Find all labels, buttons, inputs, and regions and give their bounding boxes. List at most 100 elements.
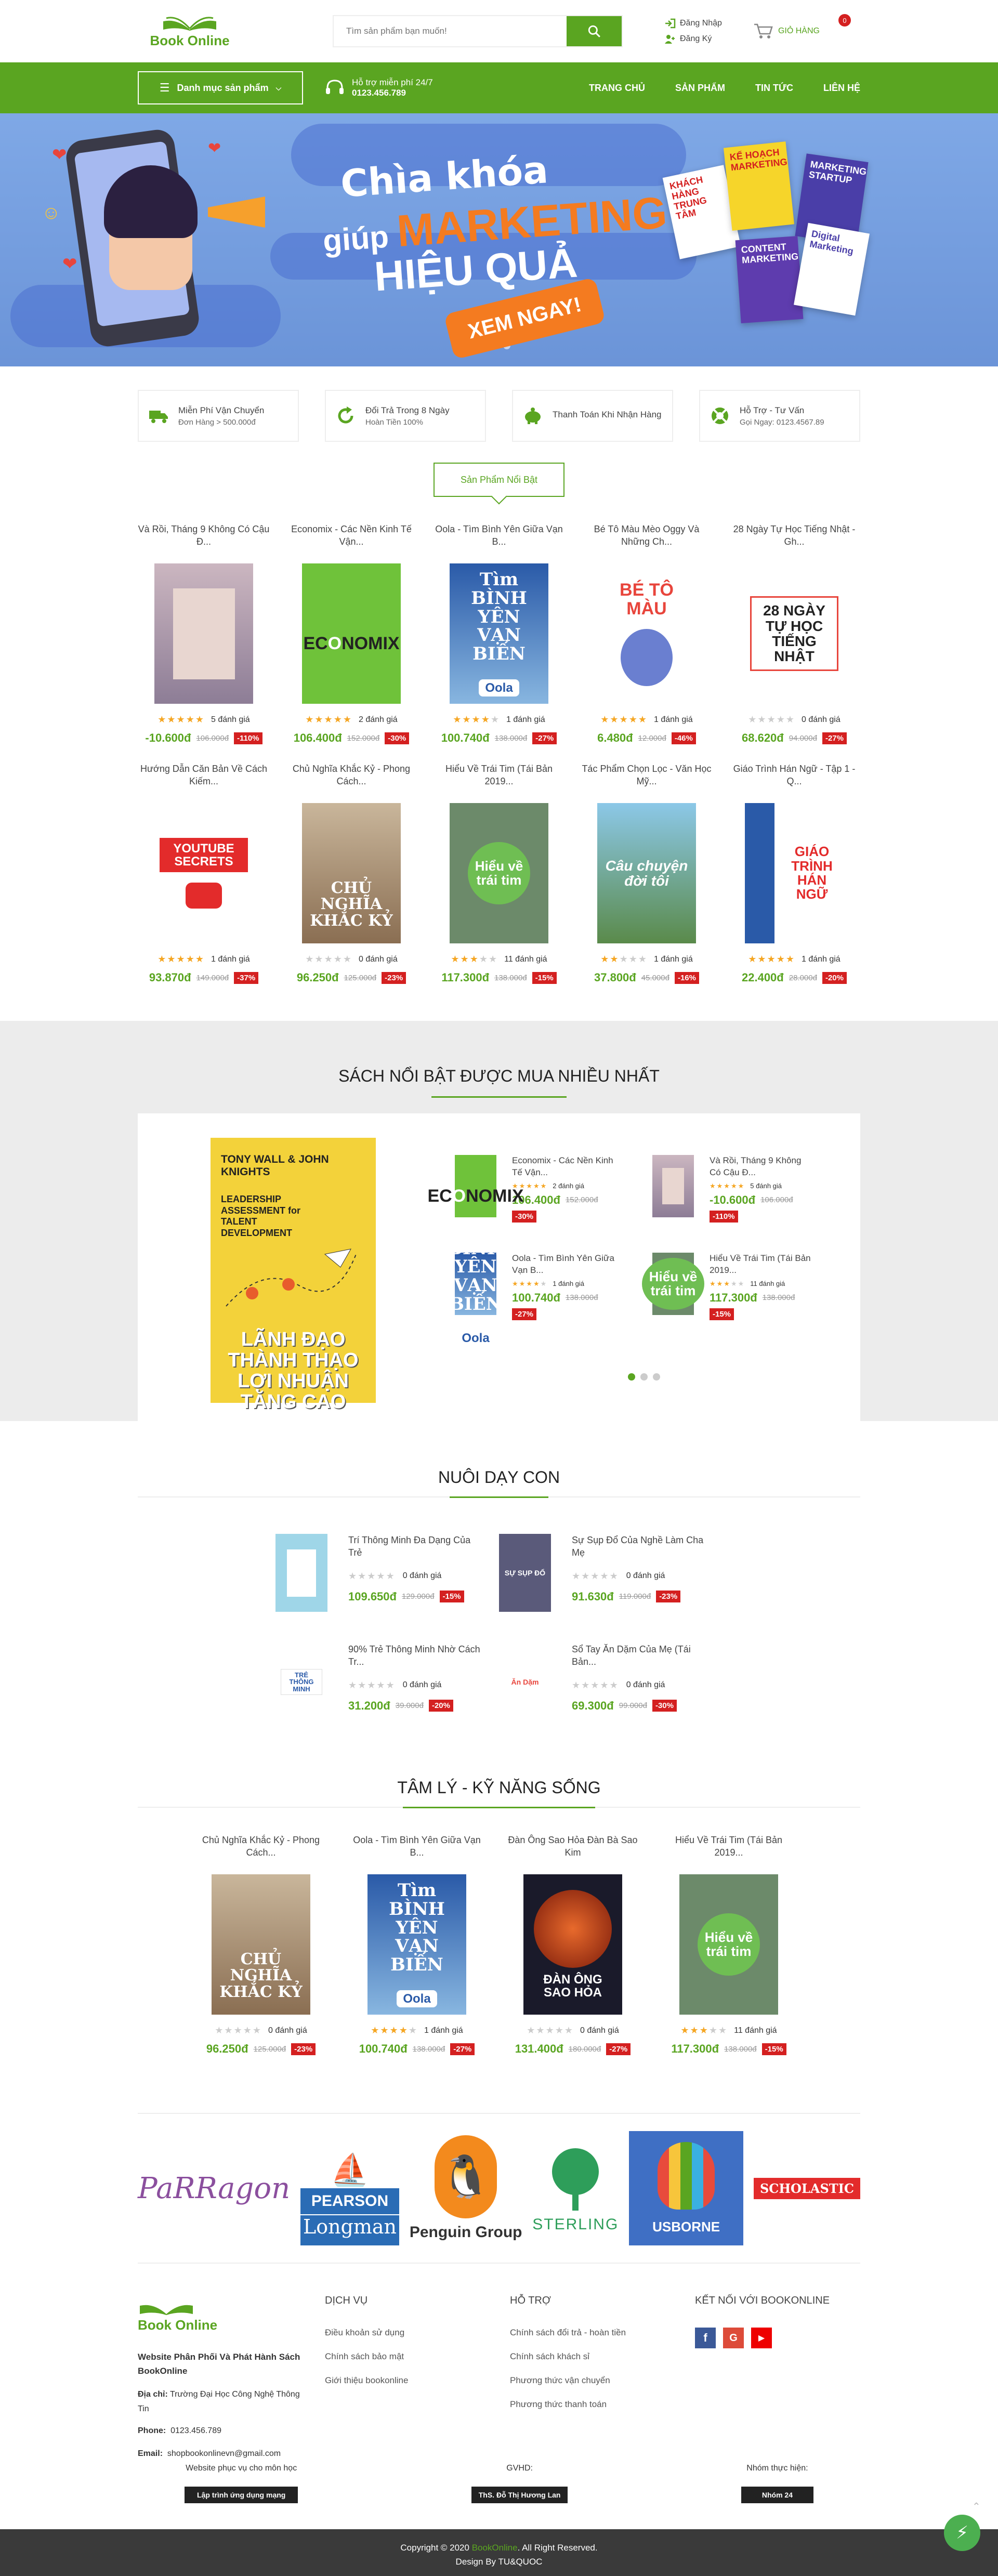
book-cover-image[interactable]: ECONOMIX: [302, 563, 401, 704]
product-list-item[interactable]: Trí Thông Minh Đa Dạng Của Trẻ ★★★★★ 0 đá…: [275, 1534, 499, 1612]
menu-contact[interactable]: LIÊN HỆ: [823, 83, 860, 94]
book-cover-image[interactable]: Hiểu về trái tim: [679, 1874, 778, 2015]
product-card[interactable]: Hướng Dẫn Căn Bản Về Cách Kiếm... YOUTUB…: [138, 763, 270, 984]
hero-banner[interactable]: ❤ ❤ ❤ ☺ Chìa khóa giúp MARKETING HIỆU QU…: [0, 113, 998, 366]
product-name[interactable]: Bé Tô Màu Mèo Oggy Và Những Ch...: [581, 523, 713, 550]
scroll-top-icon[interactable]: ⌃: [972, 2500, 981, 2513]
product-name[interactable]: Economix - Các Nền Kinh Tế Vận...: [285, 523, 417, 550]
product-card[interactable]: Oola - Tìm Bình Yên Giữa Vạn B... Tìm BÌN…: [433, 523, 565, 745]
product-name[interactable]: 90% Trẻ Thông Minh Nhờ Cách Tr...: [348, 1643, 483, 1668]
product-name[interactable]: Đàn Ông Sao Hỏa Đàn Bà Sao Kim: [507, 1834, 639, 1861]
register-link[interactable]: Đăng Ký: [664, 34, 722, 44]
product-name[interactable]: Giáo Trình Hán Ngữ - Tập 1 - Q...: [728, 763, 860, 790]
footer-logo[interactable]: Book Online: [138, 2295, 231, 2336]
book-cover-image[interactable]: ECONOMIX: [427, 1155, 524, 1217]
google-plus-icon[interactable]: G: [723, 2328, 744, 2348]
email-value[interactable]: shopbookonlinevn@gmail.com: [167, 2449, 281, 2458]
product-card[interactable]: Bé Tô Màu Mèo Oggy Và Những Ch... BÉ TÔ …: [581, 523, 713, 745]
product-name[interactable]: Oola - Tìm Bình Yên Giữa Vạn B...: [512, 1253, 616, 1277]
messenger-chat-icon[interactable]: ⚡: [944, 2515, 980, 2551]
product-name[interactable]: Hiểu Về Trái Tim (Tái Bản 2019...: [710, 1253, 813, 1277]
youtube-icon[interactable]: ▶: [751, 2328, 772, 2348]
book-cover-image[interactable]: Tìm BÌNH YÊN VẠN BIẾN Oola: [367, 1874, 466, 2015]
menu-products[interactable]: SẢN PHẨM: [675, 83, 725, 94]
best-seller-item[interactable]: ECONOMIX Economix - Các Nền Kinh Tế Vận.…: [427, 1155, 642, 1223]
footer-link[interactable]: Chính sách khách sỉ: [510, 2351, 695, 2362]
product-name[interactable]: 28 Ngày Tự Học Tiếng Nhật - Gh...: [728, 523, 860, 550]
product-card[interactable]: Tác Phẩm Chọn Lọc - Văn Học Mỹ... Câu ch…: [581, 763, 713, 984]
product-list-item[interactable]: TRẺ THÔNG MINH 90% Trẻ Thông Minh Nhờ Cá…: [275, 1643, 499, 1721]
menu-news[interactable]: TIN TỨC: [755, 83, 793, 94]
product-name[interactable]: Economix - Các Nền Kinh Tế Vận...: [512, 1155, 616, 1179]
footer-link[interactable]: Điều khoản sử dụng: [325, 2328, 510, 2338]
parragon-logo[interactable]: PaRRagon: [138, 2172, 290, 2205]
pagination-dot[interactable]: [640, 1373, 648, 1381]
footer-link[interactable]: Phương thức thanh toán: [510, 2399, 695, 2410]
product-name[interactable]: Hiểu Về Trái Tim (Tái Bản 2019...: [663, 1834, 795, 1861]
book-cover-image[interactable]: GIÁO TRÌNH HÁN NGỮ: [745, 803, 844, 943]
product-name[interactable]: Trí Thông Minh Đa Dạng Của Trẻ: [348, 1534, 483, 1559]
book-cover-image[interactable]: [275, 1534, 327, 1612]
product-card[interactable]: Và Rồi, Tháng 9 Không Có Cậu Đ... ★★★★★ 5…: [138, 523, 270, 745]
product-name[interactable]: Chủ Nghĩa Khắc Kỷ - Phong Cách...: [285, 763, 417, 790]
pagination-dot[interactable]: [653, 1373, 660, 1381]
book-cover-image[interactable]: [154, 563, 253, 704]
product-name[interactable]: Hướng Dẫn Căn Bản Về Cách Kiếm...: [138, 763, 270, 790]
book-cover-image[interactable]: Hiểu về trái tim: [642, 1252, 704, 1315]
sterling-logo[interactable]: STERLING: [532, 2143, 619, 2233]
product-list-item[interactable]: Ăn Dặm Sổ Tay Ăn Dặm Của Mẹ (Tái Bản... …: [499, 1643, 723, 1721]
penguin-logo[interactable]: 🐧 Penguin Group: [410, 2135, 522, 2241]
search-input[interactable]: [334, 16, 567, 46]
product-card[interactable]: Economix - Các Nền Kinh Tế Vận... ECONOM…: [285, 523, 417, 745]
footer-link[interactable]: Giới thiệu bookonline: [325, 2375, 510, 2386]
featured-big-book[interactable]: TONY WALL & JOHN KNIGHTS LEADERSHIP ASSE…: [211, 1138, 376, 1412]
book-cover-image[interactable]: Hiểu về trái tim: [450, 803, 548, 943]
book-cover-image[interactable]: [652, 1155, 694, 1217]
best-seller-item[interactable]: Hiểu về trái tim Hiểu Về Trái Tim (Tái Bả…: [642, 1252, 839, 1320]
book-cover-image[interactable]: Câu chuyện đời tôi: [597, 803, 696, 943]
footer-link[interactable]: Chính sách bảo mật: [325, 2351, 510, 2362]
search-button[interactable]: [567, 16, 622, 46]
login-link[interactable]: Đăng Nhập: [664, 18, 722, 29]
footer-link[interactable]: Phương thức vận chuyển: [510, 2375, 695, 2386]
product-name[interactable]: Và Rồi, Tháng 9 Không Có Cậu Đ...: [138, 523, 270, 550]
product-name[interactable]: Hiểu Về Trái Tim (Tái Bản 2019...: [433, 763, 565, 790]
pagination-dot[interactable]: [628, 1373, 635, 1381]
logo[interactable]: Book Online: [138, 10, 242, 52]
product-name[interactable]: Oola - Tìm Bình Yên Giữa Vạn B...: [433, 523, 565, 550]
product-list-item[interactable]: SỰ SỤP ĐỔ Sự Sụp Đổ Của Nghề Làm Cha Mẹ …: [499, 1534, 723, 1612]
book-cover-image[interactable]: BÉ TÔ MÀU: [597, 563, 696, 704]
best-seller-item[interactable]: Và Rồi, Tháng 9 Không Có Cậu Đ... ★★★★★ 5…: [652, 1155, 839, 1223]
book-cover-image[interactable]: Tìm BÌNH YÊN VẠN BIẾN Oola: [448, 1220, 504, 1347]
product-card[interactable]: Giáo Trình Hán Ngữ - Tập 1 - Q... GIÁO T…: [728, 763, 860, 984]
cart-button[interactable]: GIỎ HÀNG 0: [753, 14, 851, 40]
book-cover-image[interactable]: CHỦ NGHĨA KHẮC KỶ: [212, 1874, 310, 2015]
product-card[interactable]: 28 Ngày Tự Học Tiếng Nhật - Gh... 28 NGÀ…: [728, 523, 860, 745]
footer-link[interactable]: Chính sách đổi trả - hoàn tiền: [510, 2328, 695, 2338]
product-name[interactable]: Chủ Nghĩa Khắc Kỷ - Phong Cách...: [195, 1834, 327, 1861]
product-name[interactable]: Tác Phẩm Chọn Lọc - Văn Học Mỹ...: [581, 763, 713, 790]
book-cover-image[interactable]: Tìm BÌNH YÊN VẠN BIẾN Oola: [450, 563, 548, 704]
category-menu-button[interactable]: ☰ Danh mục sản phẩm ⌵: [138, 71, 303, 104]
usborne-logo[interactable]: USBORNE: [629, 2131, 744, 2245]
book-cover-image[interactable]: TRẺ THÔNG MINH: [275, 1643, 327, 1721]
product-card[interactable]: Đàn Ông Sao Hỏa Đàn Bà Sao Kim ĐÀN ÔNG S…: [507, 1834, 639, 2056]
menu-home[interactable]: TRANG CHỦ: [589, 83, 645, 94]
product-name[interactable]: Oola - Tìm Bình Yên Giữa Vạn B...: [351, 1834, 483, 1861]
product-card[interactable]: Chủ Nghĩa Khắc Kỷ - Phong Cách... CHỦ NG…: [285, 763, 417, 984]
product-card[interactable]: Hiểu Về Trái Tim (Tái Bản 2019... Hiểu v…: [433, 763, 565, 984]
copyright-brand[interactable]: BookOnline: [472, 2543, 518, 2553]
book-cover-image[interactable]: CHỦ NGHĨA KHẮC KỶ: [302, 803, 401, 943]
product-name[interactable]: Và Rồi, Tháng 9 Không Có Cậu Đ...: [710, 1155, 813, 1179]
product-name[interactable]: Sự Sụp Đổ Của Nghề Làm Cha Mẹ: [572, 1534, 707, 1559]
product-card[interactable]: Oola - Tìm Bình Yên Giữa Vạn B... Tìm BÌN…: [351, 1834, 483, 2056]
best-seller-item[interactable]: Tìm BÌNH YÊN VẠN BIẾN Oola Oola - Tìm Bình …: [448, 1220, 642, 1347]
book-cover-image[interactable]: SỰ SỤP ĐỔ: [499, 1534, 551, 1612]
product-card[interactable]: Chủ Nghĩa Khắc Kỷ - Phong Cách... CHỦ NG…: [195, 1834, 327, 2056]
book-cover-image[interactable]: ĐÀN ÔNG SAO HỎA: [523, 1874, 622, 2015]
book-cover-image[interactable]: YOUTUBE SECRETS: [154, 803, 253, 943]
book-cover-image[interactable]: 28 NGÀY TỰ HỌC TIẾNG NHẬT: [745, 563, 844, 704]
pearson-longman-logo[interactable]: ⛵ PEARSON Longman: [300, 2131, 399, 2245]
facebook-icon[interactable]: f: [695, 2328, 716, 2348]
book-cover-image[interactable]: Ăn Dặm: [499, 1643, 551, 1721]
